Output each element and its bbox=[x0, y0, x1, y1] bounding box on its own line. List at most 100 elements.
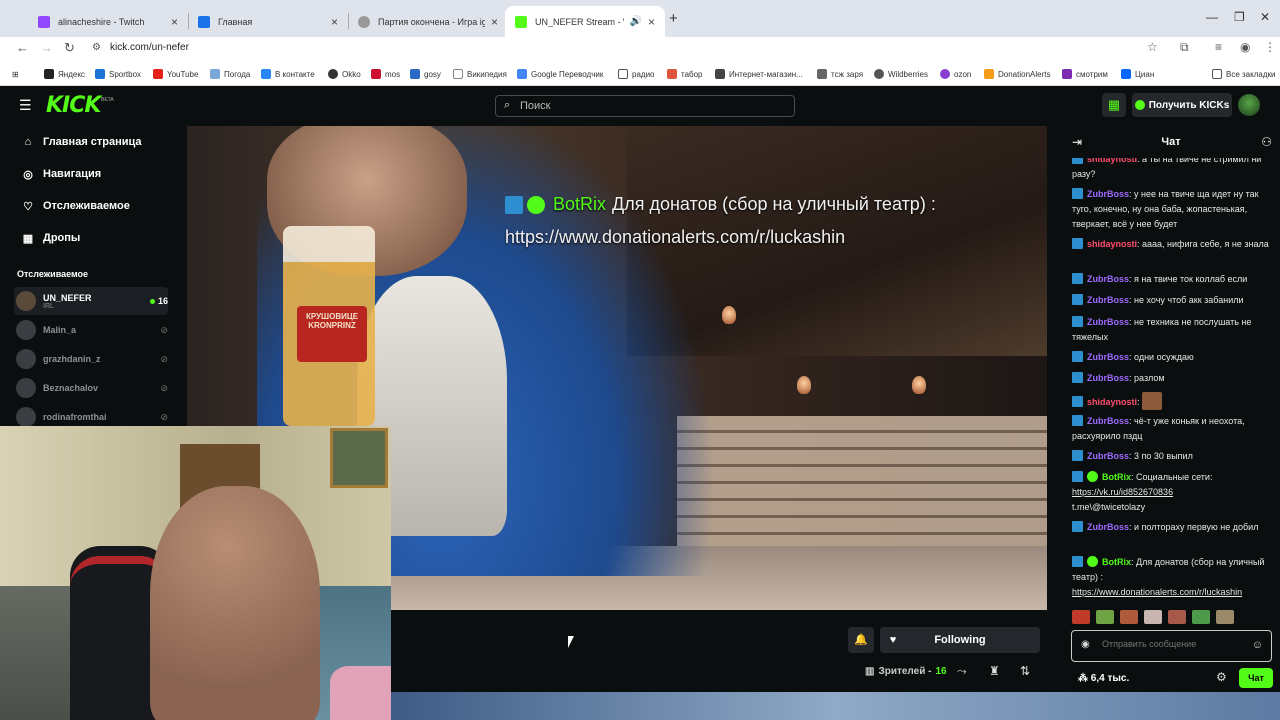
channel-malin-a[interactable]: Malin_a ⊘ bbox=[14, 318, 168, 342]
emote-icon[interactable] bbox=[1072, 610, 1090, 624]
chat-mode-icon: ◉ bbox=[1081, 639, 1090, 650]
chat-username[interactable]: ZubrBoss bbox=[1087, 317, 1129, 327]
bookmark-cian[interactable]: Циан bbox=[1121, 67, 1154, 81]
reading-list-icon[interactable]: ≡ bbox=[1215, 40, 1222, 54]
chat-input-box[interactable]: ◉ ☺ bbox=[1071, 630, 1272, 662]
channel-beznachalov[interactable]: Beznachalov ⊘ bbox=[14, 376, 168, 400]
emote-icon[interactable] bbox=[1096, 610, 1114, 624]
back-arrow-icon[interactable]: ← bbox=[16, 40, 29, 55]
bookmark-wildberries[interactable]: Wildberries bbox=[874, 67, 928, 81]
avatar bbox=[16, 378, 36, 398]
chat-users-icon[interactable]: ⚇ bbox=[1261, 135, 1272, 149]
extensions-icon[interactable]: ⧉ bbox=[1180, 40, 1189, 55]
hamburger-menu-icon[interactable]: ☰ bbox=[19, 97, 32, 114]
close-icon[interactable]: × bbox=[171, 15, 178, 29]
bookmark-radio[interactable]: радио bbox=[618, 67, 654, 81]
new-tab-button[interactable]: + bbox=[669, 10, 678, 27]
bookmark-translate[interactable]: Google Переводчик bbox=[517, 67, 603, 81]
bookmark-tsj[interactable]: тсж заря bbox=[817, 67, 863, 81]
close-icon[interactable]: × bbox=[491, 15, 498, 29]
bookmark-smotrim[interactable]: смотрим bbox=[1062, 67, 1108, 81]
bookmark-vk[interactable]: В контакте bbox=[261, 67, 315, 81]
reload-icon[interactable]: ↻ bbox=[64, 40, 75, 56]
user-avatar[interactable] bbox=[1238, 94, 1260, 116]
bookmark-wikipedia[interactable]: Википедия bbox=[453, 67, 507, 81]
chat-username[interactable]: ZubrBoss bbox=[1087, 274, 1129, 284]
bookmark-mos[interactable]: mos bbox=[371, 67, 400, 81]
emote-icon[interactable] bbox=[1216, 610, 1234, 624]
chat-username[interactable]: ZubrBoss bbox=[1087, 451, 1129, 461]
speaker-icon[interactable]: 🔊 bbox=[630, 16, 642, 27]
site-info-icon[interactable]: ⚙ bbox=[92, 42, 101, 53]
forward-arrow-icon[interactable]: → bbox=[40, 40, 53, 55]
minimize-button[interactable]: — bbox=[1206, 10, 1218, 24]
bookmark-yandex[interactable]: Яндекс bbox=[44, 67, 85, 81]
chat-username[interactable]: shidaynosti bbox=[1087, 239, 1137, 249]
bookmark-star-icon[interactable]: ☆ bbox=[1147, 40, 1158, 54]
chat-username[interactable]: shidaynosti bbox=[1087, 397, 1137, 407]
avatar bbox=[16, 407, 36, 427]
emote-icon[interactable] bbox=[1168, 610, 1186, 624]
chat-link[interactable]: https://www.donationalerts.com/r/luckash… bbox=[1072, 587, 1242, 597]
gift-button[interactable]: ▦ bbox=[1102, 93, 1126, 117]
kick-logo[interactable]: KICK bbox=[46, 93, 101, 118]
browser-tab-1[interactable]: alinacheshire - Twitch × bbox=[28, 6, 188, 37]
address-bar[interactable]: kick.com/un-nefer bbox=[110, 42, 189, 53]
emote-icon[interactable] bbox=[1144, 610, 1162, 624]
chat-username[interactable]: BotRix bbox=[1102, 557, 1131, 567]
get-kicks-button[interactable]: Получить KICKs bbox=[1132, 93, 1232, 117]
heart-icon: ♥ bbox=[889, 634, 897, 646]
close-icon[interactable]: × bbox=[648, 15, 655, 29]
emoji-icon[interactable]: ☺ bbox=[1252, 639, 1263, 651]
window-close-button[interactable]: ✕ bbox=[1260, 10, 1270, 24]
chat-username[interactable]: ZubrBoss bbox=[1087, 189, 1129, 199]
bookmark-weather[interactable]: Погода bbox=[210, 67, 250, 81]
bookmark-donationalerts[interactable]: DonationAlerts bbox=[984, 67, 1050, 81]
bookmark-sportbox[interactable]: Sportbox bbox=[95, 67, 141, 81]
share-icon[interactable]: ⤳ bbox=[957, 664, 967, 679]
notification-bell-button[interactable]: 🔔 bbox=[848, 627, 874, 653]
menu-kebab-icon[interactable]: ⋮ bbox=[1264, 40, 1276, 54]
chat-username[interactable]: ZubrBoss bbox=[1087, 373, 1129, 383]
close-icon[interactable]: × bbox=[331, 15, 338, 29]
chat-username[interactable]: ZubrBoss bbox=[1087, 352, 1129, 362]
bookmark-gosy[interactable]: gosy bbox=[410, 67, 441, 81]
all-bookmarks[interactable]: Все закладки bbox=[1212, 67, 1275, 81]
desktop-wallpaper-strip bbox=[391, 692, 1280, 720]
more-options-icon[interactable]: ⇅ bbox=[1020, 664, 1030, 678]
browser-tab-2[interactable]: Главная × bbox=[188, 6, 348, 37]
bookmark-youtube[interactable]: YouTube bbox=[153, 67, 198, 81]
gear-icon[interactable]: ⚙ bbox=[1216, 670, 1227, 684]
bookmark-ozon[interactable]: ozon bbox=[940, 67, 971, 81]
search-bar[interactable]: ⌕ Поиск bbox=[495, 95, 795, 117]
apps-grid-icon[interactable]: ⊞ bbox=[12, 67, 19, 81]
channel-un-nefer[interactable]: UN_NEFER IRL 16 bbox=[14, 287, 168, 315]
channel-grazhdanin-z[interactable]: grazhdanin_z ⊘ bbox=[14, 347, 168, 371]
chat-text: 3 по 30 выпил bbox=[1134, 451, 1193, 461]
chat-username[interactable]: ZubrBoss bbox=[1087, 416, 1129, 426]
bookmark-okko[interactable]: Okko bbox=[328, 67, 361, 81]
bookmark-tabor[interactable]: табор bbox=[667, 67, 703, 81]
chat-username[interactable]: ZubrBoss bbox=[1087, 522, 1129, 532]
profile-icon[interactable]: ◉ bbox=[1240, 40, 1250, 54]
sidebar-item-home[interactable]: ⌂ Главная страница bbox=[21, 132, 142, 152]
restore-button[interactable]: ❐ bbox=[1234, 10, 1245, 24]
search-input[interactable]: Поиск bbox=[520, 100, 550, 112]
emote-icon[interactable] bbox=[1120, 610, 1138, 624]
bookmark-shop[interactable]: Интернет-магазин... bbox=[715, 67, 803, 81]
chat-link[interactable]: https://vk.ru/id852670836 bbox=[1072, 487, 1173, 497]
chat-username[interactable]: ZubrBoss bbox=[1087, 295, 1129, 305]
sidebar-item-browse[interactable]: ◎ Навигация bbox=[21, 164, 101, 184]
following-button[interactable]: ♥ Following bbox=[880, 627, 1040, 653]
browser-tab-3[interactable]: Партия окончена - Игра iguanaunt... × bbox=[348, 6, 508, 37]
kicks-balance[interactable]: ⁂ 6,4 тыс. bbox=[1078, 673, 1129, 684]
browser-tab-active[interactable]: UN_NEFER Stream - Watch 🔊 × bbox=[505, 6, 665, 37]
chat-send-button[interactable]: Чат bbox=[1239, 668, 1273, 688]
gift-sub-icon[interactable]: ♜ bbox=[989, 664, 1000, 678]
emote-icon[interactable] bbox=[1192, 610, 1210, 624]
sidebar-item-drops[interactable]: ▦ Дропы bbox=[21, 228, 81, 248]
chat-username[interactable]: shidaynosti bbox=[1087, 158, 1137, 164]
chat-username[interactable]: BotRix bbox=[1102, 472, 1131, 482]
chat-message-input[interactable] bbox=[1102, 639, 1242, 649]
sidebar-item-following[interactable]: ♡ Отслеживаемое bbox=[21, 196, 130, 216]
